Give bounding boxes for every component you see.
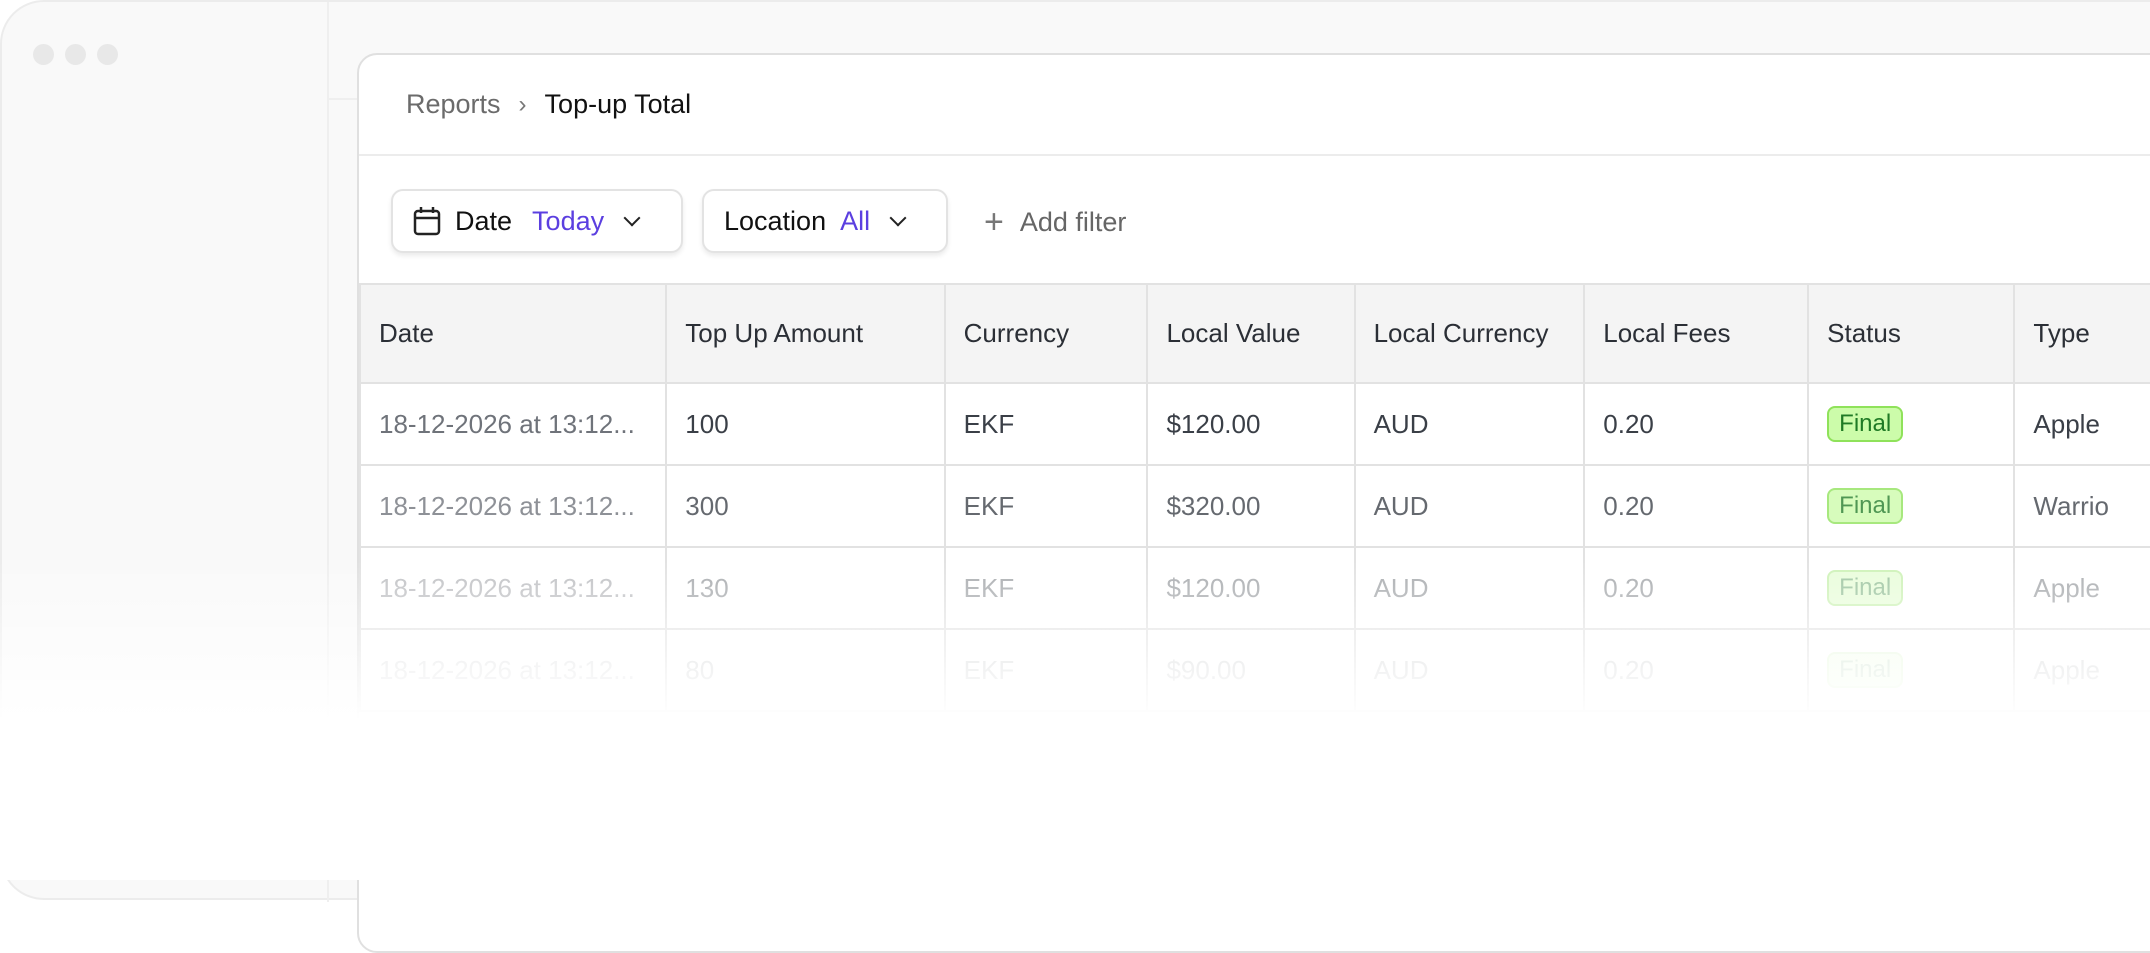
breadcrumb: Reports › Top-up Total <box>406 89 691 120</box>
column-header-currency[interactable]: Currency <box>943 283 1149 384</box>
location-filter-value: All <box>840 205 871 236</box>
table-header-row: Date Top Up Amount Currency Local Value … <box>359 283 2150 384</box>
column-header-local-value[interactable]: Local Value <box>1146 283 1356 384</box>
column-header-local-fees[interactable]: Local Fees <box>1583 283 1810 384</box>
chevron-down-icon <box>889 209 907 227</box>
window-close-button[interactable] <box>33 44 54 65</box>
add-filter-label: Add filter <box>1019 207 1127 237</box>
date-filter-label: Date <box>455 205 513 236</box>
breadcrumb-reports-link[interactable]: Reports <box>406 89 501 120</box>
calendar-icon <box>413 207 441 236</box>
chevron-right-icon: › <box>518 90 527 118</box>
cell-date: 18-12-2026 at 13:12... <box>359 464 668 548</box>
status-badge: Final <box>1827 488 1904 524</box>
date-filter-button[interactable]: Date Today <box>391 189 683 253</box>
cell-type: Warrio <box>2013 464 2150 548</box>
cell-top-up-amount: 100 <box>665 382 946 466</box>
column-header-type[interactable]: Type <box>2013 283 2150 384</box>
cell-type: Apple <box>2013 382 2150 466</box>
chevron-down-icon <box>623 209 641 227</box>
window-maximize-button[interactable] <box>97 44 118 65</box>
cell-local-currency: AUD <box>1353 382 1586 466</box>
column-header-status[interactable]: Status <box>1807 283 2016 384</box>
cell-local-value: $320.00 <box>1146 464 1356 548</box>
location-filter-label: Location <box>724 205 827 236</box>
page-title: Top-up Total <box>544 89 692 119</box>
location-filter-button[interactable]: Location All <box>702 189 948 253</box>
window-minimize-button[interactable] <box>65 44 86 65</box>
cell-local-value: $120.00 <box>1146 382 1356 466</box>
cell-local-fees: 0.20 <box>1583 464 1810 548</box>
add-filter-button[interactable]: + Add filter <box>984 203 1126 242</box>
bottom-fade-overlay <box>0 560 2150 880</box>
cell-local-fees: 0.20 <box>1583 382 1810 466</box>
column-header-local-currency[interactable]: Local Currency <box>1353 283 1586 384</box>
header-divider <box>359 154 2150 156</box>
column-header-top-up-amount[interactable]: Top Up Amount <box>665 283 946 384</box>
cell-date: 18-12-2026 at 13:12... <box>359 382 668 466</box>
table-row[interactable]: 18-12-2026 at 13:12... 300 EKF $320.00 AUD 0.… <box>359 464 2150 548</box>
status-badge: Final <box>1827 406 1904 442</box>
cell-top-up-amount: 300 <box>665 464 946 548</box>
cell-local-currency: AUD <box>1353 464 1586 548</box>
cell-status: Final <box>1807 464 2016 548</box>
plus-icon: + <box>984 203 1004 241</box>
cell-currency: EKF <box>943 382 1149 466</box>
date-filter-value: Today <box>532 205 605 236</box>
table-row[interactable]: 18-12-2026 at 13:12... 100 EKF $120.00 AUD 0.… <box>359 382 2150 466</box>
cell-status: Final <box>1807 382 2016 466</box>
column-header-date[interactable]: Date <box>359 283 668 384</box>
cell-currency: EKF <box>943 464 1149 548</box>
